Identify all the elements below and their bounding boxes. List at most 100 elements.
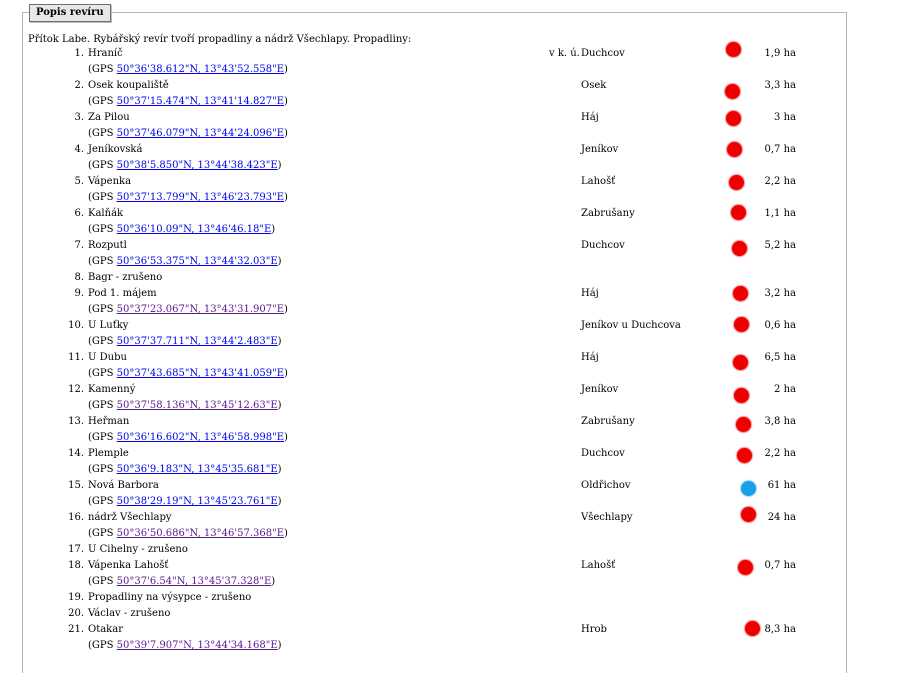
gps-prefix: (GPS — [88, 400, 117, 411]
red-marker-icon — [731, 205, 746, 220]
gps-link[interactable]: 50°37'43.685"N, 13°43'41.059"E — [117, 368, 284, 379]
gps-line: (GPS 50°36'10.09"N, 13°46'46.18"E) — [88, 224, 275, 235]
gps-prefix: (GPS — [88, 640, 117, 651]
gps-suffix: ) — [284, 304, 288, 315]
gps-prefix: (GPS — [88, 96, 117, 107]
gps-line: (GPS 50°36'38.612"N, 13°43'52.558"E) — [88, 64, 288, 75]
item-area: 24 ha — [767, 512, 796, 523]
item-name: U Cihelny - zrušeno — [88, 544, 188, 555]
gps-suffix: ) — [284, 368, 288, 379]
gps-suffix: ) — [284, 128, 288, 139]
gps-prefix: (GPS — [88, 432, 117, 443]
item-name: Kalňák — [88, 208, 124, 219]
item-name: Vápenka Lahošť — [88, 560, 169, 571]
item-number: 17. — [68, 544, 84, 555]
gps-link[interactable]: 50°37'46.079"N, 13°44'24.096"E — [117, 128, 284, 139]
gps-suffix: ) — [277, 400, 282, 411]
gps-line: (GPS 50°36'16.602"N, 13°46'58.998"E) — [88, 432, 288, 443]
gps-line: (GPS 50°37'15.474"N, 13°41'14.827"E) — [88, 96, 288, 107]
gps-line: (GPS 50°37'37.711"N, 13°44'2.483"E) — [88, 336, 282, 347]
item-name: Václav - zrušeno — [88, 608, 171, 619]
gps-link[interactable]: 50°37'23.067"N, 13°43'31.907"E — [117, 304, 284, 315]
item-area: 2 ha — [774, 384, 796, 395]
item-place: Zabrušany — [581, 416, 635, 427]
gps-link[interactable]: 50°36'50.686"N, 13°46'57.368"E — [117, 528, 284, 539]
item-number: 10. — [68, 320, 84, 331]
gps-line: (GPS 50°37'23.067"N, 13°43'31.907"E) — [88, 304, 288, 315]
red-marker-icon — [727, 142, 742, 157]
gps-prefix: (GPS — [88, 528, 117, 539]
item-area: 0,7 ha — [764, 144, 796, 155]
item-number: 19. — [68, 592, 84, 603]
intro-text: Přítok Labe. Rybářský revír tvoří propad… — [28, 34, 412, 45]
item-number: 15. — [68, 480, 84, 491]
gps-link[interactable]: 50°37'13.799"N, 13°46'23.793"E — [117, 192, 284, 203]
item-number: 20. — [68, 608, 84, 619]
gps-prefix: (GPS — [88, 224, 117, 235]
gps-prefix: (GPS — [88, 368, 117, 379]
gps-link[interactable]: 50°37'15.474"N, 13°41'14.827"E — [117, 96, 284, 107]
gps-line: (GPS 50°37'13.799"N, 13°46'23.793"E) — [88, 192, 288, 203]
gps-suffix: ) — [271, 576, 276, 587]
item-name: Za Pilou — [88, 112, 130, 123]
item-name: Plemple — [88, 448, 129, 459]
item-place: Háj — [581, 112, 599, 123]
gps-line: (GPS 50°36'50.686"N, 13°46'57.368"E) — [88, 528, 288, 539]
item-number: 9. — [74, 288, 84, 299]
gps-link[interactable]: 50°37'6.54"N, 13°45'37.328"E — [117, 576, 272, 587]
gps-link[interactable]: 50°36'38.612"N, 13°43'52.558"E — [117, 64, 284, 75]
gps-link[interactable]: 50°36'10.09"N, 13°46'46.18"E — [117, 224, 272, 235]
gps-line: (GPS 50°37'58.136"N, 13°45'12.63"E) — [88, 400, 282, 411]
gps-link[interactable]: 50°37'58.136"N, 13°45'12.63"E — [117, 400, 278, 411]
item-name: Hraníč — [88, 48, 123, 59]
gps-suffix: ) — [277, 464, 282, 475]
item-number: 7. — [74, 240, 84, 251]
item-number: 16. — [68, 512, 84, 523]
red-marker-icon — [745, 621, 760, 636]
gps-prefix: (GPS — [88, 192, 117, 203]
gps-link[interactable]: 50°36'9.183"N, 13°45'35.681"E — [117, 464, 278, 475]
item-place: Všechlapy — [581, 512, 633, 523]
red-marker-icon — [733, 355, 748, 370]
item-area: 3,2 ha — [764, 288, 796, 299]
gps-prefix: (GPS — [88, 64, 117, 75]
item-place: Duchcov — [581, 240, 625, 251]
item-area: 2,2 ha — [764, 176, 796, 187]
item-area: 0,6 ha — [764, 320, 796, 331]
gps-link[interactable]: 50°39'7.907"N, 13°44'34.168"E — [117, 640, 278, 651]
gps-prefix: (GPS — [88, 304, 117, 315]
gps-suffix: ) — [277, 256, 282, 267]
item-name: Heřman — [88, 416, 130, 427]
gps-suffix: ) — [271, 224, 276, 235]
gps-link[interactable]: 50°37'37.711"N, 13°44'2.483"E — [117, 336, 278, 347]
item-name: Kamenný — [88, 384, 136, 395]
red-marker-icon — [726, 42, 741, 57]
item-place: Hrob — [581, 624, 607, 635]
item-number: 6. — [74, 208, 84, 219]
item-area: 3 ha — [774, 112, 796, 123]
gps-link[interactable]: 50°38'5.850"N, 13°44'38.423"E — [117, 160, 278, 171]
gps-link[interactable]: 50°38'29.19"N, 13°45'23.761"E — [117, 496, 278, 507]
item-name: Propadliny na výsypce - zrušeno — [88, 592, 252, 603]
item-name: Bagr - zrušeno — [88, 272, 163, 283]
gps-line: (GPS 50°37'6.54"N, 13°45'37.328"E) — [88, 576, 275, 587]
item-place: Duchcov — [581, 48, 625, 59]
red-marker-icon — [734, 388, 749, 403]
item-number: 5. — [74, 176, 84, 187]
item-area: 3,8 ha — [764, 416, 796, 427]
item-number: 12. — [68, 384, 84, 395]
item-number: 1. — [74, 48, 84, 59]
item-name: Nová Barbora — [88, 480, 159, 491]
red-marker-icon — [734, 317, 749, 332]
item-name: Vápenka — [88, 176, 132, 187]
gps-link[interactable]: 50°36'53.375"N, 13°44'32.03"E — [117, 256, 278, 267]
item-place: Zabrušany — [581, 208, 635, 219]
item-area: 6,5 ha — [764, 352, 796, 363]
red-marker-icon — [737, 448, 752, 463]
gps-link[interactable]: 50°36'16.602"N, 13°46'58.998"E — [117, 432, 284, 443]
item-area: 1,9 ha — [764, 48, 796, 59]
gps-suffix: ) — [277, 640, 282, 651]
item-area: 1,1 ha — [764, 208, 796, 219]
gps-prefix: (GPS — [88, 160, 117, 171]
gps-line: (GPS 50°39'7.907"N, 13°44'34.168"E) — [88, 640, 282, 651]
